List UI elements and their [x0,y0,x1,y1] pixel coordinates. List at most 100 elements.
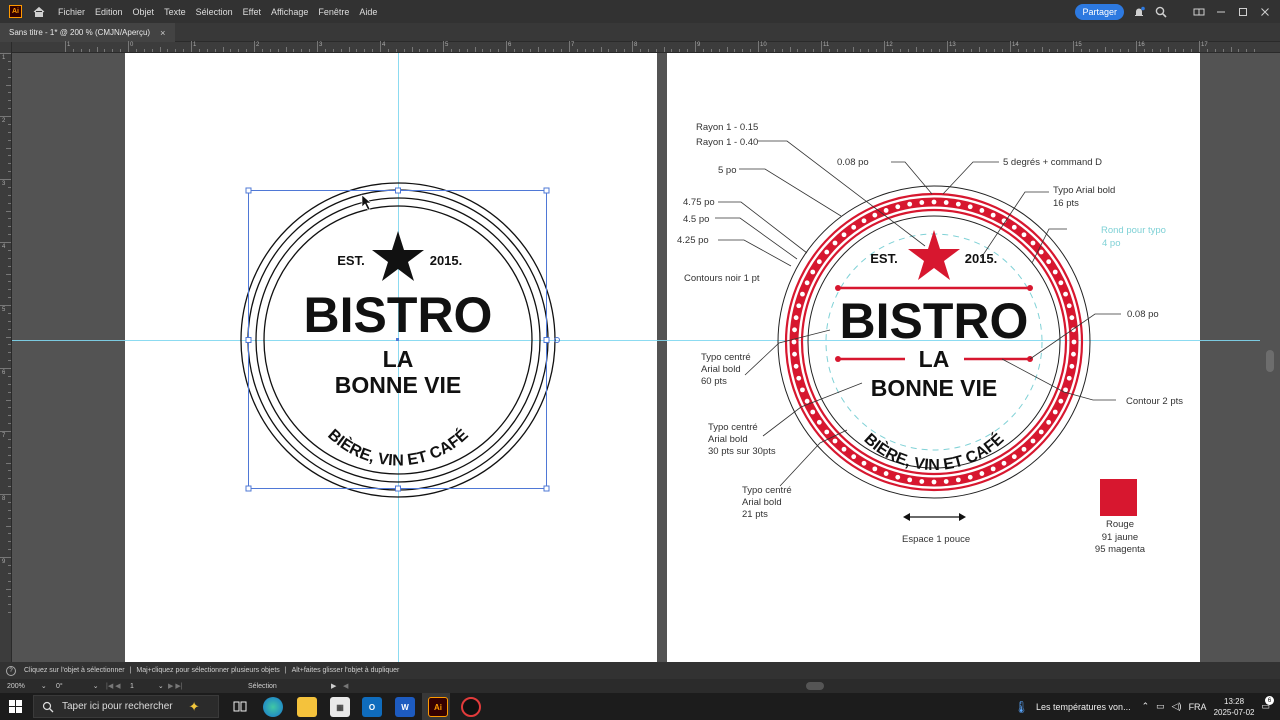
handle-tl[interactable] [245,187,252,194]
document-tab[interactable]: Sans titre - 1* @ 200 % (CMJN/Aperçu) × [0,23,176,42]
windows-start-icon[interactable] [9,700,22,713]
ruler-tick [1041,47,1043,52]
home-icon[interactable] [32,5,46,19]
ring-dot [919,200,925,205]
ruler-tick [159,47,161,52]
menu-fichier[interactable]: Fichier [58,7,85,17]
ruler-tick [773,49,775,52]
menu-texte[interactable]: Texte [164,7,186,17]
handle-mr[interactable] [543,337,550,343]
rotation-select[interactable]: 0° ⌄ [56,681,99,691]
zoom-select[interactable]: 200% ⌄ [7,681,47,691]
word-icon[interactable]: W [395,697,415,717]
ruler-tick [1191,49,1193,52]
bonne-vie-text: BONNE VIE [335,372,462,398]
document-title: Sans titre - 1* @ 200 % (CMJN/Aperçu) [9,28,151,37]
bistro-title: BISTRO [840,293,1029,349]
horizontal-scrollbar[interactable] [806,682,824,690]
red-line-top-dot-left [835,285,841,291]
file-explorer-icon[interactable] [297,697,317,717]
ruler-tick [8,265,11,267]
handle-tc[interactable] [395,187,401,194]
ruler-tick [8,375,11,377]
ruler-tick [1010,41,1011,52]
menu-effet[interactable]: Effet [243,7,261,17]
ruler-tick [655,49,657,52]
ruler-tick [8,155,11,157]
help-icon[interactable]: ? [6,665,16,676]
right-logo[interactable]: EST. 2015. BISTRO LA BONNE VIE BIÈRE, VI… [777,185,1091,499]
ring-dot [1011,454,1017,460]
ruler-tick [364,49,366,52]
ring-dot [1001,460,1007,466]
annot-rayon2: Rayon 1 - 0.40 [696,137,758,148]
workspace-icon[interactable] [1192,5,1206,19]
notification-bell-icon[interactable] [1132,5,1146,19]
vertical-scrollbar[interactable] [1266,350,1274,372]
handle-br[interactable] [543,485,550,492]
current-tool-label: Sélection [248,682,277,690]
right-logo-canvas[interactable]: EST. 2015. BISTRO LA BONNE VIE BIÈRE, VI… [667,53,1200,662]
menu-edition[interactable]: Edition [95,7,123,17]
horizontal-ruler[interactable]: 1 0 1 2 3 4 5 6 7 8 9 10 11 12 13 14 15 16 17 [12,41,1280,53]
ruler-tick [781,49,783,52]
ruler-tick [663,47,665,52]
tray-chevron-icon[interactable]: ⌃ [1142,701,1150,712]
ruler-tick [844,49,846,52]
next-artboard-icon[interactable]: ▶ ▶| [168,681,183,691]
handle-ml[interactable] [245,337,252,343]
ruler-tick [1120,49,1122,52]
edge-icon[interactable] [263,697,283,717]
notification-icon[interactable]: ▭ 6 [1261,696,1274,712]
year-label: 2015. [430,253,463,268]
ruler-tick [671,49,673,52]
handle-bc[interactable] [395,485,401,492]
ruler-tick [1206,49,1208,52]
clock[interactable]: 13:28 2025-07-02 [1214,696,1255,718]
tool-menu-arrow-icon[interactable]: ▶ [331,681,336,691]
handle-bl[interactable] [245,485,252,492]
ruler-tick [6,84,11,86]
ruler-tick [128,41,129,52]
ruler-tick [380,41,381,52]
vertical-ruler[interactable]: 1 2 3 4 5 6 7 8 9 [0,42,12,662]
ruler-tick [6,399,11,401]
ruler-tick [120,49,122,52]
volume-icon[interactable]: ◁) [1172,701,1182,712]
handle-tr[interactable] [543,187,550,194]
ruler-tick [8,171,11,173]
scroll-left-icon[interactable]: ◀ [343,681,348,691]
restore-icon[interactable] [1236,5,1250,19]
close-icon[interactable] [1258,5,1272,19]
menu-fenetre[interactable]: Fenêtre [318,7,349,17]
menu-objet[interactable]: Objet [133,7,155,17]
menu-aide[interactable]: Aide [359,7,377,17]
ruler-label: 8 [634,42,638,48]
illustrator-taskbar-icon[interactable]: Ai [428,697,448,717]
annot-008-right: 0.08 po [1127,309,1159,320]
share-button[interactable]: Partager [1075,3,1124,20]
search-icon[interactable] [1154,5,1168,19]
ruler-tick [0,179,11,180]
ruler-tick [8,470,11,472]
annot-45po: 4.5 po [683,214,709,225]
lang-indicator[interactable]: FRA [1189,702,1207,712]
ruler-tick [8,163,11,165]
taskbar-search[interactable]: Taper ici pour rechercher ✦ [33,695,219,718]
minimize-icon[interactable] [1214,5,1228,19]
ring-dot [943,200,949,205]
app-gauge-icon[interactable] [461,697,481,717]
network-icon[interactable]: ▭ [1156,701,1165,712]
weather-text[interactable]: Les températures von... [1036,702,1131,712]
left-logo-canvas[interactable]: EST. 2015. BISTRO LA BONNE VIE BIÈRE, VI… [125,53,657,662]
ruler-label: 2 [256,42,260,48]
close-tab-icon[interactable]: × [160,28,165,38]
task-view-icon[interactable] [233,700,247,713]
artboard-number-select[interactable]: 1 ⌄ [130,681,164,691]
store-icon[interactable]: ▦ [330,697,350,717]
first-artboard-icon[interactable]: |◀ ◀ [106,681,121,691]
menu-selection[interactable]: Sélection [196,7,233,17]
outlook-icon[interactable]: O [362,697,382,717]
ruler-tick [8,194,11,196]
menu-affichage[interactable]: Affichage [271,7,308,17]
